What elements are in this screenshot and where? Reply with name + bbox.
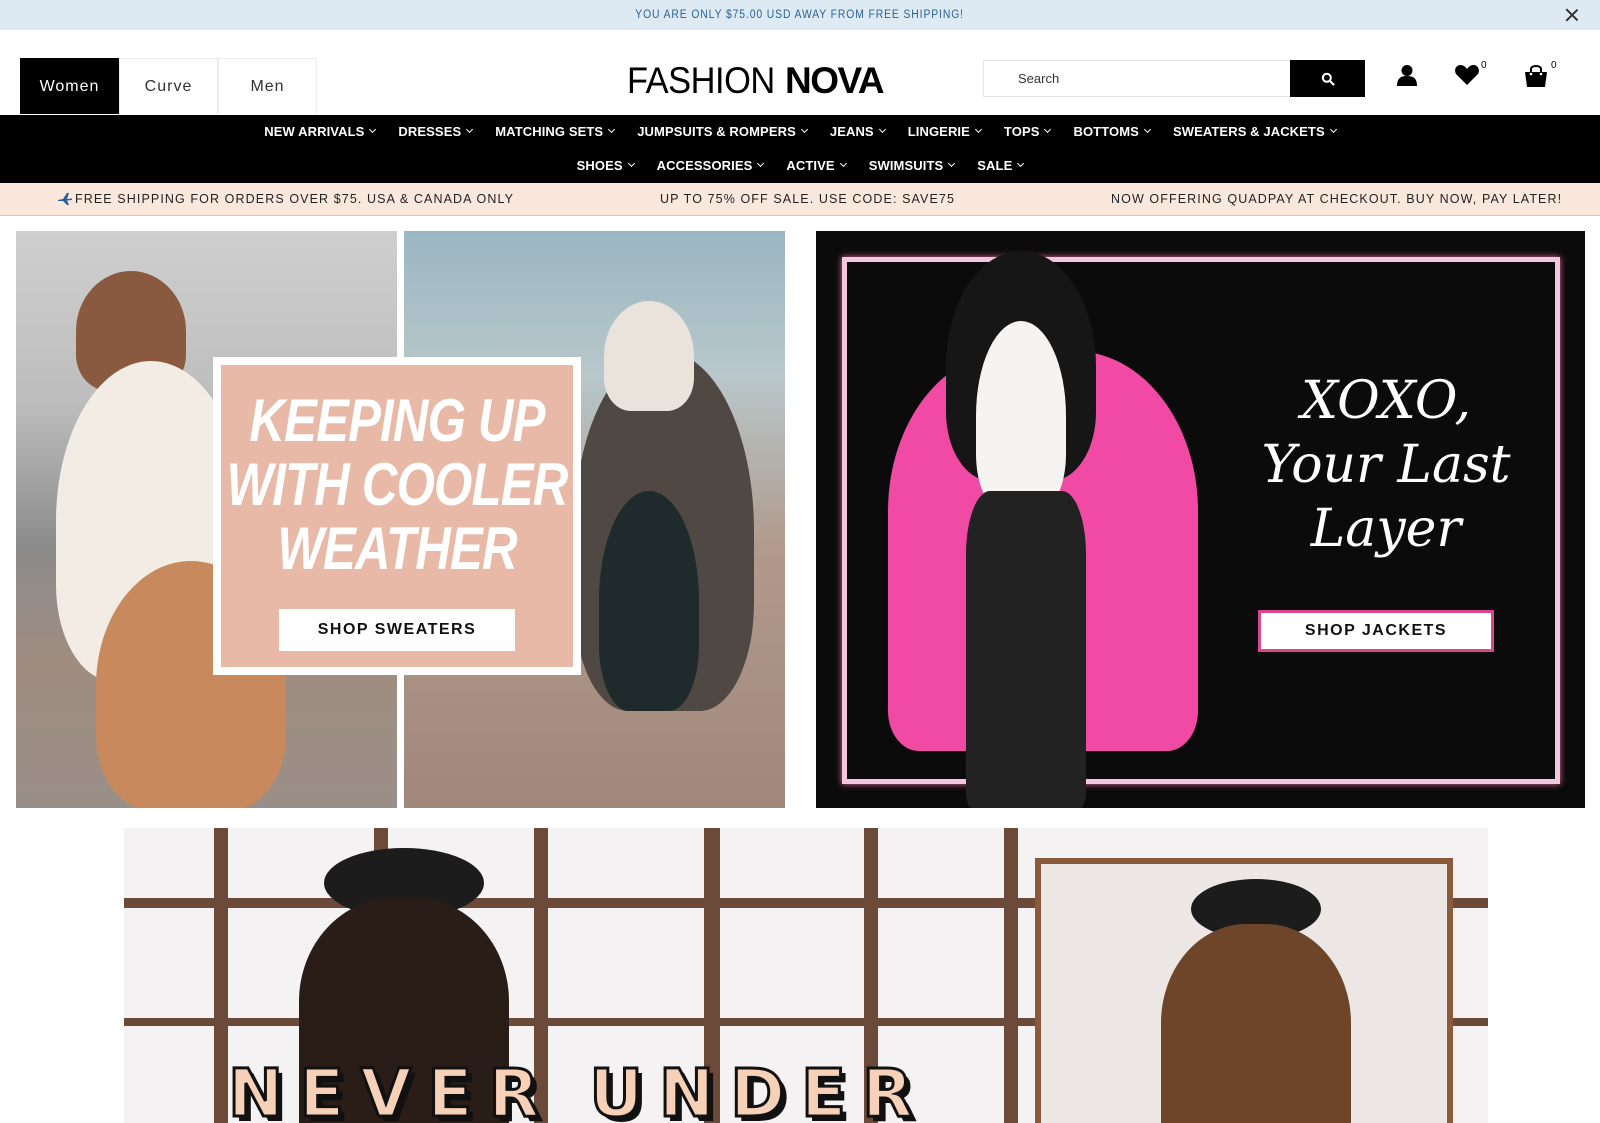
chevron-down-icon [974, 125, 982, 134]
wishlist-count: 0 [1481, 60, 1487, 71]
nav-jeans[interactable]: JEANS [829, 124, 886, 139]
headline-letter: V [359, 1054, 414, 1123]
nav-label: SWIMSUITS [868, 158, 944, 173]
site-header: Women Curve Men FASHION NOVA 0 [0, 30, 1600, 115]
promo-card: KEEPING UP WITH COOLER WEATHER SHOP SWEA… [213, 357, 581, 675]
shop-jackets-button[interactable]: SHOP JACKETS [1258, 610, 1494, 652]
nav-label: SWEATERS & JACKETS [1172, 124, 1325, 139]
nav-lingerie[interactable]: LINGERIE [907, 124, 982, 139]
title-line: Your Last [1261, 435, 1511, 495]
chevron-down-icon [757, 159, 765, 168]
search-icon [1321, 72, 1335, 86]
nav-label: NEW ARRIVALS [264, 124, 365, 139]
nav-sweaters-jackets[interactable]: SWEATERS & JACKETS [1172, 124, 1337, 139]
promo-free-shipping-text: FREE SHIPPING FOR ORDERS OVER $75. USA &… [75, 192, 515, 206]
chevron-down-icon [948, 159, 956, 168]
chevron-down-icon [839, 159, 847, 168]
nav-label: LINGERIE [907, 124, 970, 139]
logo-bold-text: NOVA [785, 60, 885, 101]
nav-matching-sets[interactable]: MATCHING SETS [495, 124, 616, 139]
nav-label: SHOES [576, 158, 623, 173]
heart-icon [1455, 65, 1479, 85]
site-logo[interactable]: FASHION NOVA [627, 60, 885, 101]
wishlist-button[interactable] [1454, 64, 1480, 91]
nav-label: JEANS [829, 124, 874, 139]
nav-bottoms[interactable]: BOTTOMS [1073, 124, 1151, 139]
headline-letter: R [861, 1054, 915, 1123]
nav-label: DRESSES [398, 124, 462, 139]
title-line: XOXO, [1300, 371, 1472, 431]
nav-sale[interactable]: SALE [977, 158, 1025, 173]
chevron-down-icon [1143, 125, 1151, 134]
nav-label: BOTTOMS [1073, 124, 1139, 139]
close-icon[interactable] [1564, 7, 1580, 23]
category-tabs: Women Curve Men [20, 58, 317, 114]
plane-icon [58, 193, 72, 205]
bag-icon [1525, 65, 1547, 87]
cart-button[interactable] [1523, 63, 1549, 93]
chevron-down-icon [1044, 125, 1052, 134]
headline-letter: E [426, 1054, 475, 1123]
banner-sweaters[interactable]: KEEPING UP WITH COOLER WEATHER SHOP SWEA… [16, 231, 785, 808]
nav-label: JUMPSUITS & ROMPERS [637, 124, 796, 139]
headline-letter: N [226, 1054, 286, 1123]
headline-letter: D [729, 1054, 787, 1123]
search-form [983, 60, 1365, 97]
nav-tops[interactable]: TOPS [1003, 124, 1052, 139]
chevron-down-icon [1329, 125, 1337, 134]
chevron-down-icon [627, 159, 635, 168]
tab-curve[interactable]: Curve [119, 58, 218, 114]
nav-swimsuits[interactable]: SWIMSUITS [868, 158, 956, 173]
banner-never-under[interactable]: N E V E R U N D E R [124, 828, 1488, 1123]
chevron-down-icon [1017, 159, 1025, 168]
title-line: Layer [1310, 499, 1462, 559]
headline-letter: U [588, 1054, 645, 1123]
nav-shoes[interactable]: SHOES [576, 158, 635, 173]
nav-dresses[interactable]: DRESSES [398, 124, 474, 139]
nav-active[interactable]: ACTIVE [786, 158, 847, 173]
chevron-down-icon [466, 125, 474, 134]
announcement-bar: YOU ARE ONLY $75.00 USD AWAY FROM FREE S… [0, 0, 1600, 30]
headline-letter: E [799, 1054, 849, 1123]
cart-count: 0 [1551, 60, 1557, 71]
nav-label: SALE [977, 158, 1013, 173]
banner-jackets[interactable]: XOXO, Your Last Layer SHOP JACKETS [816, 231, 1585, 808]
account-button[interactable] [1396, 64, 1418, 91]
promo-free-shipping[interactable]: FREE SHIPPING FOR ORDERS OVER $75. USA &… [57, 192, 514, 206]
nav-label: ACCESSORIES [656, 158, 753, 173]
search-input[interactable] [983, 60, 1291, 97]
nav-row-secondary: SHOES ACCESSORIES ACTIVE SWIMSUITS SALE [0, 158, 1600, 173]
chevron-down-icon [608, 125, 616, 134]
banner-title: XOXO, Your Last Layer [1236, 369, 1536, 561]
announcement-text: YOU ARE ONLY $75.00 USD AWAY FROM FREE S… [635, 9, 965, 21]
headline-letter: N [657, 1054, 717, 1123]
nav-label: ACTIVE [786, 158, 835, 173]
promo-quadpay[interactable]: NOW OFFERING QUADPAY AT CHECKOUT. BUY NO… [1111, 192, 1562, 206]
nav-jumpsuits-rompers[interactable]: JUMPSUITS & ROMPERS [637, 124, 808, 139]
chevron-down-icon [369, 125, 377, 134]
tab-women[interactable]: Women [20, 58, 119, 114]
shop-sweaters-button[interactable]: SHOP SWEATERS [279, 609, 515, 651]
promo-strip: FREE SHIPPING FOR ORDERS OVER $75. USA &… [0, 183, 1600, 216]
inset-photo [1035, 858, 1453, 1123]
search-button[interactable] [1290, 60, 1365, 97]
headline-letter: E [298, 1054, 347, 1123]
nav-new-arrivals[interactable]: NEW ARRIVALS [264, 124, 377, 139]
chevron-down-icon [878, 125, 886, 134]
headline-letter: R [487, 1054, 542, 1123]
nav-row-primary: NEW ARRIVALS DRESSES MATCHING SETS JUMPS… [0, 124, 1600, 139]
account-icon [1397, 65, 1417, 86]
promo-sale-code[interactable]: UP TO 75% OFF SALE. USE CODE: SAVE75 [660, 192, 955, 206]
chevron-down-icon [800, 125, 808, 134]
never-under-headline: N E V E R U N D E R [226, 1054, 929, 1123]
nav-accessories[interactable]: ACCESSORIES [656, 158, 765, 173]
main-nav: NEW ARRIVALS DRESSES MATCHING SETS JUMPS… [0, 115, 1600, 183]
nav-label: TOPS [1003, 124, 1040, 139]
banner-title: KEEPING UP WITH COOLER WEATHER [226, 387, 569, 582]
tab-men[interactable]: Men [218, 58, 317, 114]
logo-light-text: FASHION [627, 60, 775, 101]
nav-label: MATCHING SETS [495, 124, 604, 139]
